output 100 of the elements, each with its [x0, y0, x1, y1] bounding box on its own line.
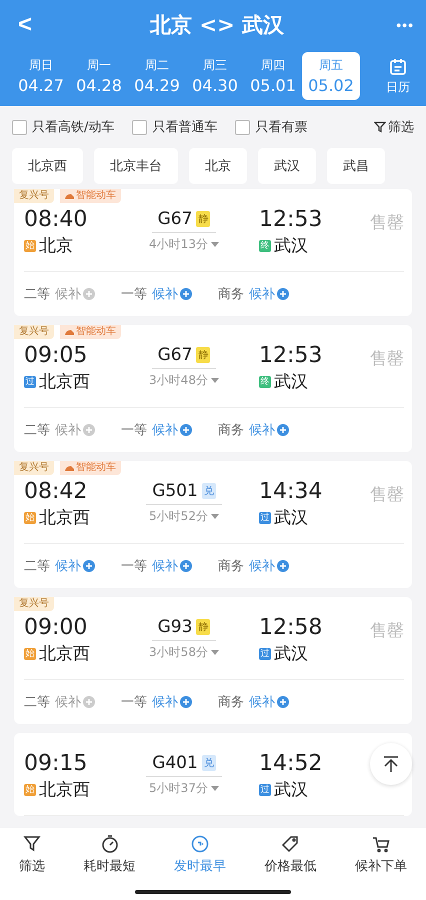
- filter-checkbox[interactable]: 只看普通车: [132, 118, 218, 136]
- seat-class: 商务: [218, 286, 244, 303]
- filter-button[interactable]: 筛选: [374, 118, 414, 136]
- waitlist-button[interactable]: 候补: [152, 693, 178, 711]
- arrival-time: 12:53: [259, 343, 322, 368]
- station-chip[interactable]: 北京: [189, 148, 247, 184]
- station-marker: 终: [259, 240, 271, 252]
- sort-tab[interactable]: 耗时最短: [84, 834, 136, 900]
- date-tab[interactable]: 周一 04.28: [70, 52, 128, 100]
- date-tab[interactable]: 周五 05.02: [302, 52, 360, 100]
- departure-time: 08:42: [24, 479, 88, 504]
- departure-station: 北京西: [39, 779, 90, 801]
- train-number: G67: [158, 209, 192, 229]
- seat-class: 二等: [24, 558, 50, 575]
- arrival-time: 12:53: [259, 207, 322, 232]
- caret-icon: [210, 378, 219, 383]
- train-badge: 静: [196, 211, 210, 227]
- waitlist-button[interactable]: 候补: [249, 421, 275, 439]
- date-tab[interactable]: 周四 05.01: [244, 52, 302, 100]
- seat-class: 二等: [24, 286, 50, 303]
- caret-icon: [210, 650, 219, 655]
- date-tab[interactable]: 周日 04.27: [12, 52, 70, 100]
- waitlist-button[interactable]: 候补: [152, 421, 178, 439]
- plus-icon: [83, 424, 95, 436]
- plus-icon: [277, 424, 289, 436]
- seat-class: 商务: [218, 422, 244, 439]
- waitlist-button[interactable]: 候补: [55, 285, 81, 303]
- station-marker: 终: [259, 376, 271, 388]
- sold-out-status: 售罄: [370, 212, 404, 234]
- duration[interactable]: 5小时37分: [149, 780, 219, 797]
- waitlist-button[interactable]: 候补: [249, 557, 275, 575]
- back-button[interactable]: <: [12, 11, 38, 39]
- plus-icon: [277, 560, 289, 572]
- station-chip[interactable]: 武昌: [327, 148, 385, 184]
- calendar-icon: [388, 56, 408, 76]
- plus-icon: [180, 424, 192, 436]
- station-marker: 始: [24, 648, 36, 660]
- arrival-station: 武汉: [274, 371, 308, 393]
- train-badge: 静: [196, 619, 210, 635]
- waitlist-button[interactable]: 候补: [249, 693, 275, 711]
- caret-icon: [210, 242, 219, 247]
- duration[interactable]: 5小时52分: [149, 508, 219, 525]
- train-card[interactable]: 复兴号 智能动车 08:42 始 北京西 G501 兑 5小时52分 14:34 过 武汉 售罄 二等 候补 一等 候补 商务 候补: [14, 461, 412, 588]
- arrival-time: 14:52: [259, 751, 322, 776]
- departure-time: 09:00: [24, 615, 88, 640]
- more-button[interactable]: •••: [396, 17, 414, 33]
- plus-icon: [277, 696, 289, 708]
- sort-tab[interactable]: 发时最早: [174, 834, 226, 900]
- departure-station: 北京: [39, 235, 73, 257]
- train-tag: 智能动车: [60, 461, 121, 475]
- station-chip[interactable]: 北京西: [12, 148, 83, 184]
- plus-icon: [277, 288, 289, 300]
- train-tag: 复兴号: [14, 325, 54, 339]
- date-tab[interactable]: 周二 04.29: [128, 52, 186, 100]
- train-card[interactable]: 复兴号 智能动车 08:40 始 北京 G67 静 4小时13分 12:53 终 武汉 售罄 二等 候补 一等 候补 商务 候补: [14, 189, 412, 316]
- plus-icon: [83, 696, 95, 708]
- date-tab[interactable]: 周三 04.30: [186, 52, 244, 100]
- sort-tab[interactable]: 候补下单: [354, 834, 407, 900]
- page-title: 北京 <> 武汉: [150, 12, 284, 39]
- arrival-station: 武汉: [274, 779, 308, 801]
- train-number: G401: [152, 753, 198, 773]
- plus-icon: [83, 560, 95, 572]
- train-tag: 复兴号: [14, 461, 54, 475]
- train-card[interactable]: 复兴号 智能动车 09:05 过 北京西 G67 静 3小时48分 12:53 终 武汉 售罄 二等 候补 一等 候补 商务 候补: [14, 325, 412, 452]
- waitlist-button[interactable]: 候补: [55, 557, 81, 575]
- duration[interactable]: 3小时48分: [149, 372, 219, 389]
- sold-out-status: 售罄: [370, 620, 404, 642]
- seat-class: 一等: [121, 558, 147, 575]
- departure-station: 北京西: [39, 371, 90, 393]
- sort-tab[interactable]: 筛选: [19, 834, 46, 900]
- train-badge: 静: [196, 347, 210, 363]
- train-badge: 兑: [202, 483, 216, 499]
- duration[interactable]: 3小时58分: [149, 644, 219, 661]
- filter-checkbox[interactable]: 只看有票: [235, 118, 308, 136]
- departure-station: 北京西: [39, 643, 90, 665]
- sort-tab[interactable]: 价格最低: [264, 834, 316, 900]
- waitlist-button[interactable]: 候补: [55, 693, 81, 711]
- plus-icon: [180, 560, 192, 572]
- train-badge: 兑: [202, 755, 216, 771]
- arrival-time: 12:58: [259, 615, 322, 640]
- arrival-station: 武汉: [274, 235, 308, 257]
- train-card[interactable]: 复兴号 09:00 始 北京西 G93 静 3小时58分 12:58 过 武汉 售罄 二等 候补 一等 候补 商务 候补: [14, 597, 412, 724]
- waitlist-button[interactable]: 候补: [152, 557, 178, 575]
- station-chip[interactable]: 北京丰台: [94, 148, 178, 184]
- station-chip[interactable]: 武汉: [258, 148, 316, 184]
- train-card[interactable]: 09:15 始 北京西 G401 兑 5小时37分 14:52 过 武汉: [14, 733, 412, 816]
- calendar-button[interactable]: 日历: [382, 56, 414, 96]
- filter-checkbox[interactable]: 只看高铁/动车: [12, 118, 114, 136]
- seat-class: 二等: [24, 694, 50, 711]
- waitlist-button[interactable]: 候补: [249, 285, 275, 303]
- seat-class: 一等: [121, 422, 147, 439]
- waitlist-button[interactable]: 候补: [55, 421, 81, 439]
- station-marker: 过: [259, 784, 271, 796]
- seat-class: 一等: [121, 694, 147, 711]
- filter-icon: [22, 834, 42, 854]
- train-tag: 智能动车: [60, 189, 121, 203]
- waitlist-button[interactable]: 候补: [152, 285, 178, 303]
- duration[interactable]: 4小时13分: [149, 236, 219, 253]
- tag-icon: [280, 834, 300, 854]
- departure-time: 08:40: [24, 207, 88, 232]
